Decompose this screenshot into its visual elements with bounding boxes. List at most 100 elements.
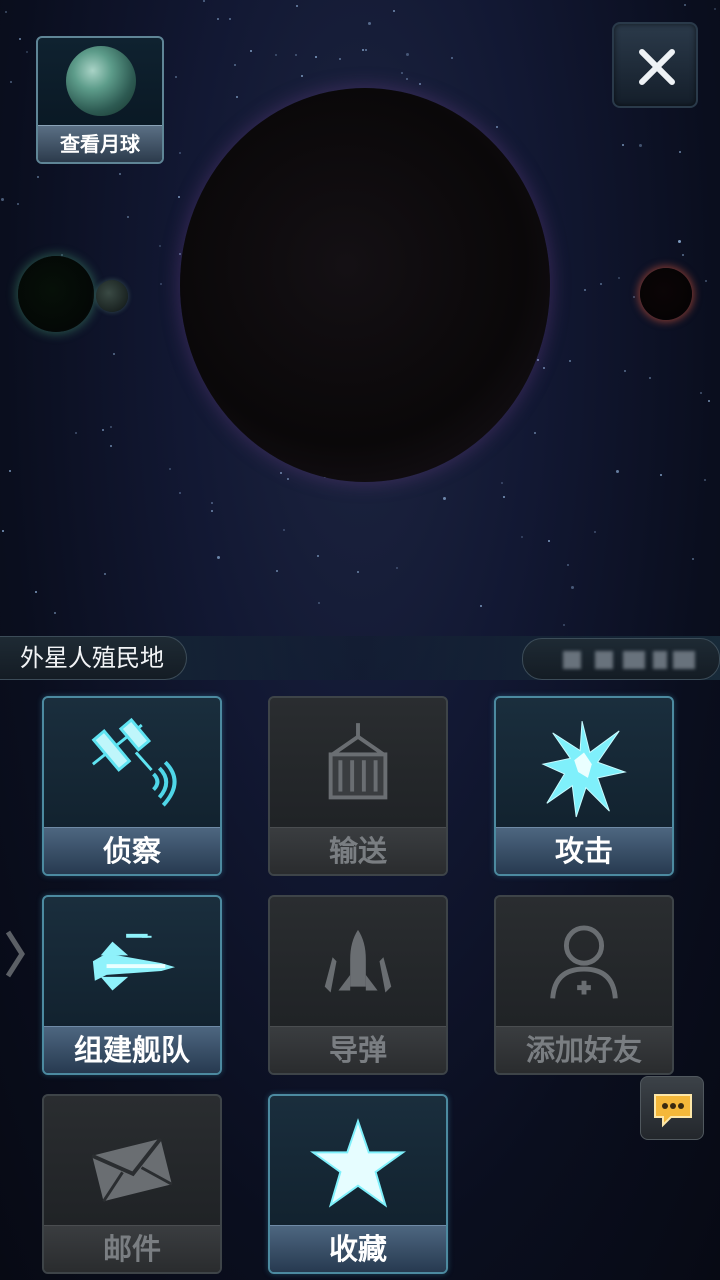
star	[2, 530, 4, 532]
star	[704, 479, 706, 481]
star	[175, 76, 177, 78]
star	[169, 468, 171, 470]
star	[113, 353, 115, 355]
star	[594, 531, 596, 533]
star	[616, 470, 619, 473]
star	[660, 474, 662, 476]
star	[276, 570, 278, 572]
form-fleet-button[interactable]: 组建舰队	[42, 895, 222, 1075]
star	[708, 400, 710, 402]
star	[684, 4, 686, 6]
chat-button[interactable]	[640, 1076, 704, 1140]
star	[296, 5, 298, 7]
missile-icon	[324, 929, 392, 993]
action-label: 攻击	[496, 827, 672, 874]
star	[229, 18, 231, 20]
star	[54, 612, 56, 614]
star	[406, 53, 409, 56]
star	[211, 510, 213, 512]
star	[396, 567, 398, 569]
star	[178, 196, 180, 198]
star	[362, 49, 364, 51]
star	[283, 529, 285, 531]
star	[700, 392, 702, 394]
star	[705, 280, 707, 282]
action-label: 邮件	[44, 1225, 220, 1272]
star	[102, 429, 104, 431]
close-button[interactable]	[612, 22, 698, 108]
star-icon	[309, 1118, 407, 1208]
favorite-button[interactable]: 收藏	[268, 1094, 448, 1274]
green-planet[interactable]	[18, 256, 94, 332]
dark-planet[interactable]	[180, 88, 550, 482]
transport-button[interactable]: 输送	[268, 696, 448, 876]
star	[10, 81, 12, 83]
star	[37, 176, 39, 178]
mail-button[interactable]: 邮件	[42, 1094, 222, 1274]
star	[501, 482, 503, 484]
fleet-ship-icon	[92, 933, 176, 991]
star	[236, 96, 238, 98]
star	[537, 359, 539, 361]
star	[234, 64, 236, 66]
small-moon[interactable]	[96, 280, 128, 312]
star	[301, 75, 303, 77]
action-label: 收藏	[270, 1225, 446, 1272]
scout-button[interactable]: 侦察	[42, 696, 222, 876]
chevron-right-icon[interactable]	[4, 928, 26, 980]
star	[26, 51, 28, 53]
star	[569, 360, 571, 362]
star	[1, 198, 4, 201]
star	[543, 367, 545, 369]
star	[357, 571, 359, 573]
star	[110, 445, 112, 447]
star	[563, 624, 565, 626]
missile-button[interactable]: 导弹	[268, 895, 448, 1075]
mail-icon	[91, 1137, 173, 1203]
star	[406, 78, 408, 80]
star	[548, 540, 550, 542]
star	[179, 253, 181, 255]
action-label: 组建舰队	[44, 1026, 220, 1073]
star	[211, 502, 213, 504]
location-name: 外星人殖民地	[0, 636, 187, 680]
red-planet[interactable]	[640, 268, 692, 320]
star	[275, 54, 277, 56]
star	[503, 496, 505, 498]
star	[496, 126, 498, 128]
star	[368, 22, 371, 25]
star	[534, 432, 536, 434]
star	[521, 536, 523, 538]
star	[315, 56, 317, 58]
star	[401, 72, 403, 74]
action-label: 输送	[270, 827, 446, 874]
cargo-container-icon	[328, 723, 388, 800]
star	[75, 432, 77, 434]
satellite-icon	[91, 717, 177, 807]
star	[639, 144, 642, 147]
star	[318, 602, 320, 604]
star	[339, 58, 341, 60]
star	[714, 8, 716, 10]
star	[419, 83, 421, 85]
coordinates-pill	[522, 638, 720, 680]
star	[682, 254, 684, 256]
star	[443, 497, 446, 500]
star	[179, 492, 181, 494]
view-moon-label: 查看月球	[38, 125, 162, 162]
action-label: 导弹	[270, 1026, 446, 1073]
star	[159, 245, 161, 247]
star	[480, 605, 482, 607]
star	[679, 151, 681, 153]
star	[17, 203, 19, 205]
view-moon-button[interactable]: 查看月球	[36, 36, 164, 164]
star	[217, 556, 220, 559]
attack-button[interactable]: 攻击	[494, 696, 674, 876]
add-friend-icon	[550, 925, 618, 999]
star	[692, 558, 694, 560]
add-friend-button[interactable]: 添加好友	[494, 895, 674, 1075]
star	[571, 586, 574, 589]
star	[217, 18, 219, 20]
star	[649, 377, 651, 379]
moon-icon	[66, 46, 136, 116]
